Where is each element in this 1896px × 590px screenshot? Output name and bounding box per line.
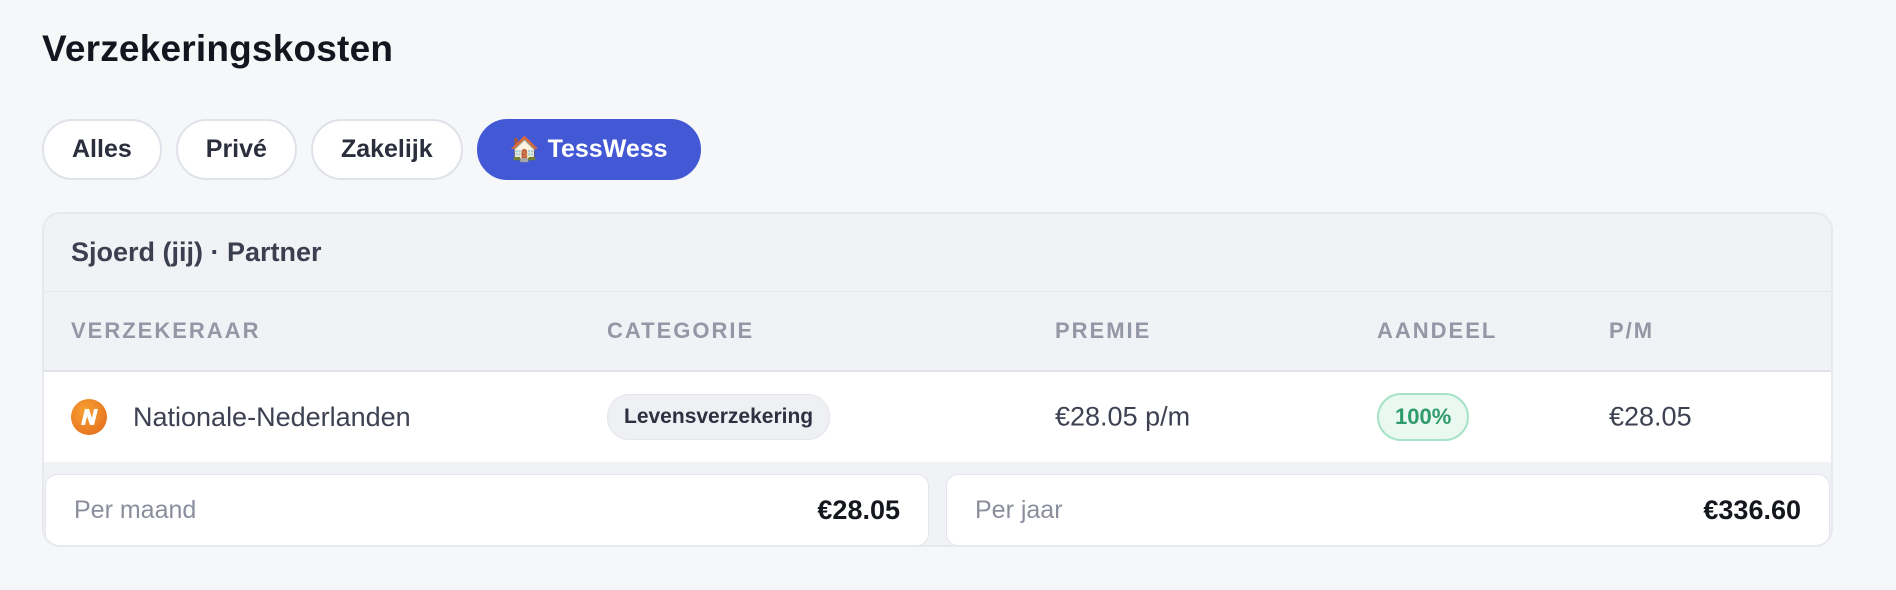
page: Verzekeringskosten Alles Privé Zakelijk … [0,0,1896,590]
filter-tesswess-label: TessWess [547,135,668,163]
filter-private[interactable]: Privé [175,119,297,180]
col-share: AANDEEL [1377,318,1498,343]
share-badge: 100% [1377,393,1470,441]
per-month-value: €28.05 [1609,401,1692,432]
monthly-total: Per maand €28.05 [45,474,929,545]
filter-all-label: Alles [72,135,132,163]
col-per-month: P/M [1609,318,1655,343]
yearly-total-label: Per jaar [975,495,1063,524]
table-row[interactable]: Nationale-Nederlanden Levensverzekering … [44,372,1831,462]
monthly-total-label: Per maand [74,495,197,524]
table-header: VERZEKERAAR CATEGORIE PREMIE AANDEEL P/M [44,292,1831,372]
group-title: Sjoerd (jij) · Partner [44,214,1831,292]
nn-logo-icon [71,399,107,435]
insurance-card: Sjoerd (jij) · Partner VERZEKERAAR CATEG… [42,212,1833,547]
page-title: Verzekeringskosten [42,28,394,69]
col-insurer: VERZEKERAAR [71,318,261,343]
premium-value: €28.05 p/m [1055,401,1191,432]
filter-business[interactable]: Zakelijk [310,119,463,180]
category-badge: Levensverzekering [607,394,831,440]
filter-private-label: Privé [205,135,267,163]
yearly-total: Per jaar €336.60 [946,474,1830,545]
filter-tesswess[interactable]: 🏠 TessWess [476,119,701,180]
filter-all[interactable]: Alles [42,119,162,180]
totals: Per maand €28.05 Per jaar €336.60 [44,474,1831,545]
filter-pills: Alles Privé Zakelijk 🏠 TessWess [42,119,701,180]
filter-business-label: Zakelijk [340,135,433,163]
col-category: CATEGORIE [607,318,755,343]
house-icon: 🏠 [509,136,540,163]
insurer-name: Nationale-Nederlanden [133,401,411,432]
monthly-total-value: €28.05 [817,494,900,525]
yearly-total-value: €336.60 [1703,494,1801,525]
col-premium: PREMIE [1055,318,1152,343]
insurer-cell: Nationale-Nederlanden [71,399,411,435]
